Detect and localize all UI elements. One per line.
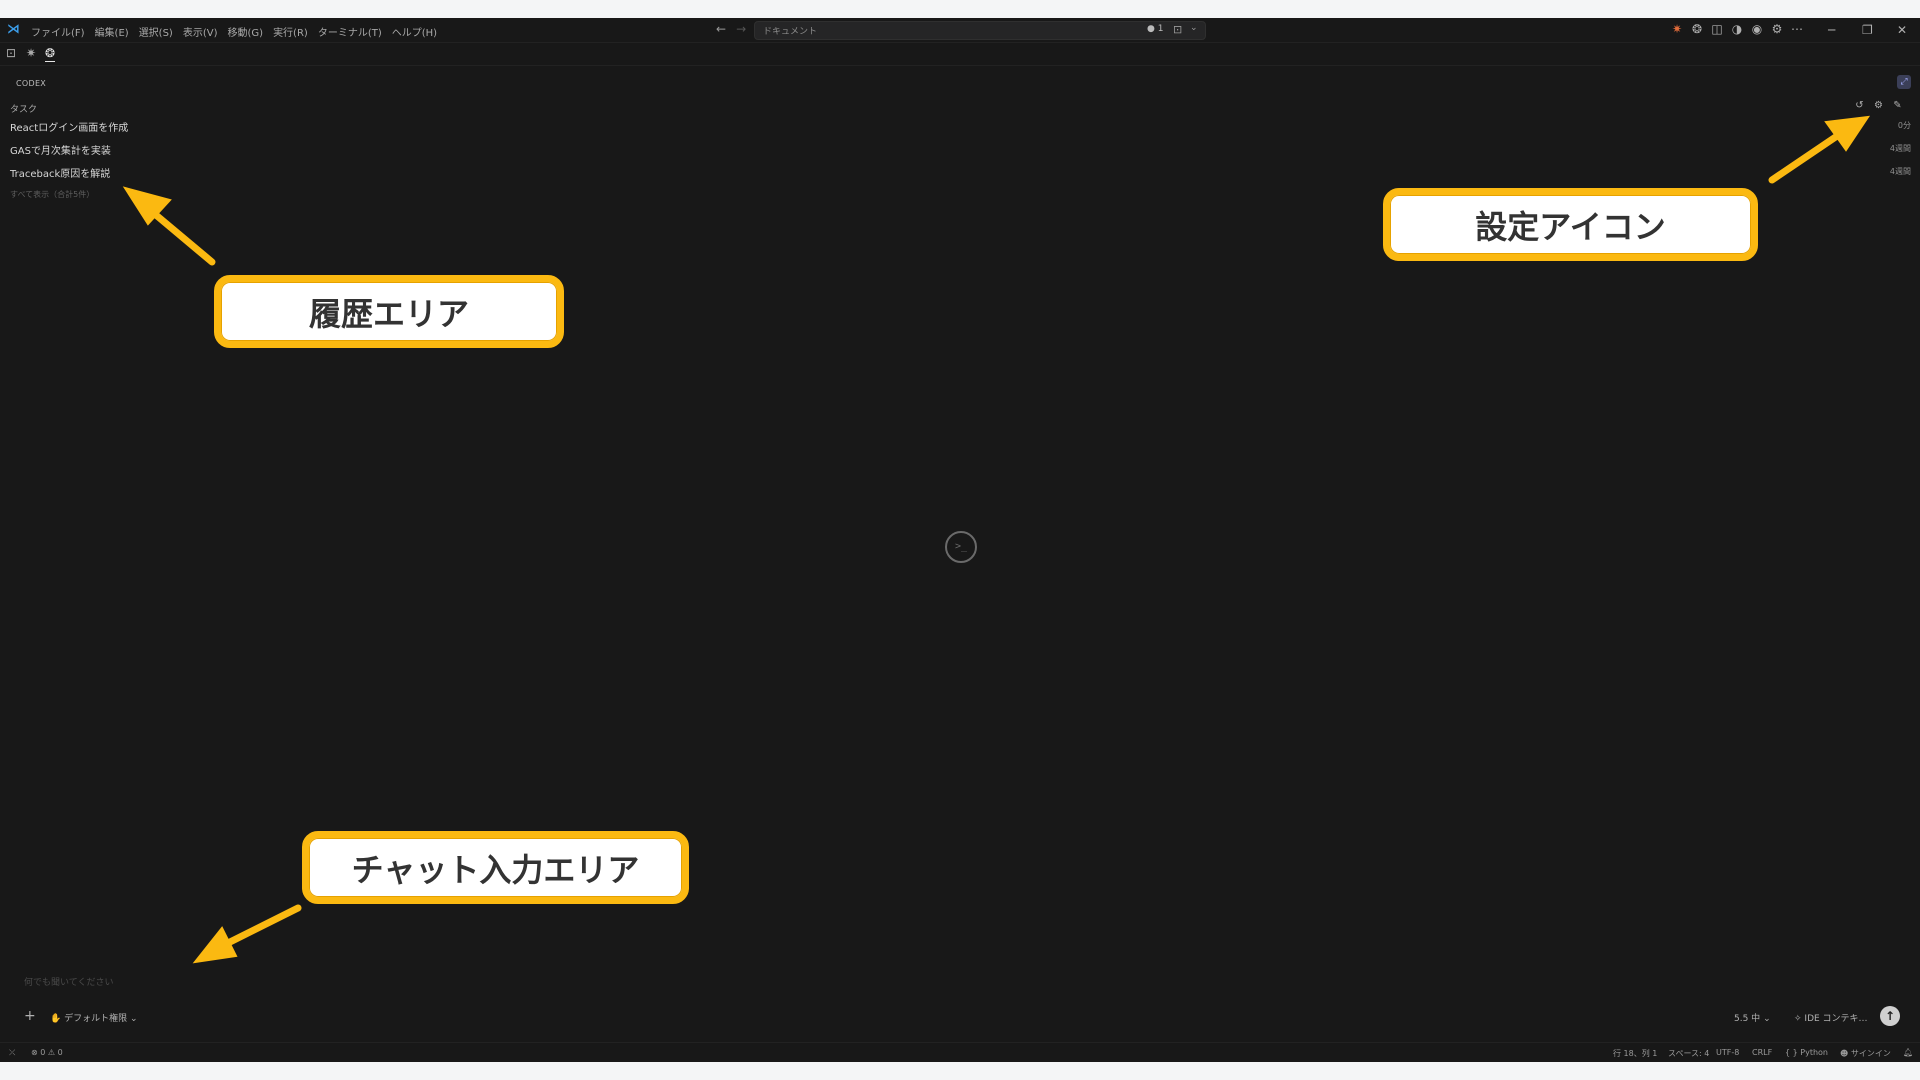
vscode-window: ⋊ ファイル(F) 編集(E) 選択(S) 表示(V) 移動(G) 実行(R) …	[0, 18, 1920, 1062]
menu-view[interactable]: 表示(V)	[183, 24, 218, 39]
warning-icon: ⚠	[47, 1048, 56, 1057]
add-icon[interactable]: +	[24, 1008, 36, 1024]
copilot-icon: ☻	[1840, 1049, 1849, 1058]
show-all-link[interactable]: すべて表示（合計5件）	[10, 189, 94, 200]
panel-actions: ↺ ⚙ ✎	[1853, 100, 1904, 111]
model-selector[interactable]: 5.5 中 ⌄	[1734, 1011, 1771, 1024]
background-top	[0, 0, 1920, 18]
warning-count: 0	[57, 1048, 63, 1057]
model-label: 5.5 中	[1734, 1014, 1761, 1024]
vscode-logo-icon: ⋊	[7, 22, 20, 37]
history-area-callout: 履歴エリア	[214, 275, 564, 348]
signin-label: サインイン	[1850, 1049, 1891, 1058]
menu-help[interactable]: ヘルプ(H)	[392, 24, 437, 39]
task-time: 0分	[1897, 121, 1911, 130]
history-icon[interactable]: ↺	[1853, 100, 1866, 111]
command-center-text: ドキュメント	[763, 27, 818, 37]
sparkle-icon[interactable]: ✷	[1670, 22, 1684, 36]
nav-arrows: ← →	[716, 22, 746, 36]
more-icon[interactable]: ⋯	[1790, 22, 1804, 36]
hand-icon: ✋	[50, 1014, 62, 1024]
command-center[interactable]: ドキュメント ● 1 ⊡ ⌄	[754, 21, 1206, 40]
task-time: 4週間	[1889, 144, 1911, 153]
sidebar-tab-strip: ⊡ ✷ ❂	[0, 43, 1920, 66]
error-icon: ⊗	[31, 1048, 38, 1057]
language-mode[interactable]: { } Python	[1785, 1048, 1828, 1057]
settings-icon-callout: 設定アイコン	[1383, 188, 1758, 261]
chevron-down-icon[interactable]: ⌄	[1190, 23, 1198, 33]
permission-selector[interactable]: ✋ デフォルト権限 ⌄	[50, 1011, 138, 1024]
status-bar: ⤫ ⊗ 0 ⚠ 0 行 18、列 1 スペース: 4 UTF-8 CRLF { …	[0, 1042, 1920, 1062]
chat-input-area-callout: チャット入力エリア	[302, 831, 689, 904]
signin-button[interactable]: ☻ サインイン	[1840, 1048, 1891, 1059]
task-item[interactable]: GASで月次集計を実装	[10, 142, 111, 157]
background-bottom	[0, 1062, 1920, 1080]
back-arrow-icon[interactable]: ←	[716, 22, 726, 36]
layout-panel-icon[interactable]: ◑	[1730, 22, 1744, 36]
chevron-down-icon: ⌄	[1763, 1014, 1771, 1024]
title-actions: ✷ ❂ ◫ ◑ ◉ ⚙ ⋯	[1670, 22, 1804, 36]
encoding[interactable]: UTF-8	[1716, 1048, 1739, 1057]
chat-input[interactable]	[22, 974, 626, 992]
menu-run[interactable]: 実行(R)	[273, 24, 308, 39]
expand-icon[interactable]: ⤢	[1897, 75, 1911, 89]
send-button[interactable]: ↑	[1880, 1006, 1900, 1026]
task-item[interactable]: Reactログイン画面を作成	[10, 119, 128, 134]
menu-selection[interactable]: 選択(S)	[139, 24, 173, 39]
panel-title: CODEX	[16, 79, 47, 88]
tasks-heading: タスク	[10, 105, 38, 115]
title-bar: ⋊ ファイル(F) 編集(E) 選択(S) 表示(V) 移動(G) 実行(R) …	[0, 18, 1920, 43]
problems-indicator[interactable]: ⊗ 0 ⚠ 0	[31, 1048, 63, 1057]
codex-tab-icon[interactable]: ❂	[45, 46, 56, 62]
settings-icon[interactable]: ⚙	[1872, 100, 1885, 111]
error-count: 0	[40, 1048, 46, 1057]
indentation[interactable]: スペース: 4	[1668, 1048, 1709, 1059]
forward-arrow-icon[interactable]: →	[736, 22, 746, 36]
account-icon[interactable]: ◉	[1750, 22, 1764, 36]
chevron-down-icon: ⌄	[129, 1014, 138, 1024]
task-item[interactable]: Traceback原因を解説	[10, 165, 110, 180]
menu-terminal[interactable]: ターミナル(T)	[318, 24, 382, 39]
close-icon[interactable]: ✕	[1897, 23, 1907, 37]
new-task-icon[interactable]: ✎	[1891, 100, 1904, 111]
permission-label: デフォルト権限	[64, 1014, 128, 1024]
task-time: 4週間	[1889, 167, 1911, 176]
layout-sidebar-icon[interactable]: ◫	[1710, 22, 1724, 36]
sparkle-icon: ✧	[1794, 1014, 1802, 1024]
menu-file[interactable]: ファイル(F)	[31, 24, 85, 39]
context-label: IDE コンテキ…	[1804, 1014, 1868, 1024]
line-ending[interactable]: CRLF	[1752, 1048, 1772, 1057]
menu-go[interactable]: 移動(G)	[228, 24, 264, 39]
bell-icon[interactable]: 🔔︎	[1903, 1048, 1913, 1057]
menu-bar: ファイル(F) 編集(E) 選択(S) 表示(V) 移動(G) 実行(R) ター…	[31, 24, 437, 39]
menu-edit[interactable]: 編集(E)	[95, 24, 129, 39]
restore-icon[interactable]: ❐	[1862, 23, 1873, 37]
notification-count: ● 1	[1147, 24, 1164, 34]
chat-icon[interactable]: ⊡	[1173, 23, 1182, 36]
openai-icon[interactable]: ❂	[1690, 22, 1704, 36]
context-toggle[interactable]: ✧ IDE コンテキ…	[1794, 1011, 1868, 1024]
sparkle-tab-icon[interactable]: ✷	[26, 46, 36, 60]
remote-icon[interactable]: ⤫	[9, 1048, 15, 1058]
gear-icon[interactable]: ⚙	[1770, 22, 1784, 36]
codex-logo-icon: >_	[945, 531, 977, 563]
minimize-icon[interactable]: ─	[1828, 23, 1835, 37]
chat-tab-icon[interactable]: ⊡	[6, 46, 16, 60]
cursor-position[interactable]: 行 18、列 1	[1613, 1048, 1657, 1059]
